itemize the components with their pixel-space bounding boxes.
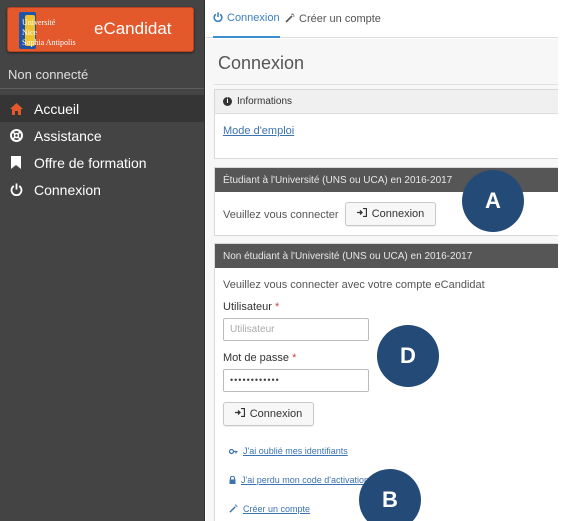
divider [214,84,561,85]
student-connect-text: Veuillez vous connecter [223,209,339,221]
logo-text-3: Sophia Antipolis [22,38,76,47]
sidebar-item-label: Accueil [34,100,80,117]
brand-header[interactable]: Université Nice Sophia Antipolis eCandid… [7,7,194,52]
university-logo: Université Nice Sophia Antipolis [19,12,81,49]
password-input[interactable]: •••••••••••• [223,369,369,392]
create-account-link[interactable]: Créer un compte [243,504,310,514]
sidebar-item-label: Connexion [34,181,101,198]
sidebar-item-label: Offre de formation [34,154,147,171]
bookmark-icon [8,155,24,171]
sidebar-item-assistance[interactable]: Assistance [0,122,204,149]
power-icon [213,11,223,25]
sidebar-item-label: Assistance [34,127,102,144]
nonstudent-panel-header: Non étudiant à l'Université (UNS ou UCA)… [215,244,561,268]
connection-status: Non connecté [0,59,204,89]
info-panel-header: i Informations [215,90,561,114]
tab-label: Créer un compte [299,13,381,25]
power-icon [8,182,24,198]
annotation-badge-d: D [377,325,439,387]
magic-wand-icon [285,13,295,26]
info-panel: i Informations Mode d'emploi [214,89,561,159]
logo-text-1: Université [22,18,56,27]
tab-creer-compte[interactable]: Créer un compte [285,0,381,38]
student-connexion-button[interactable]: Connexion [345,202,436,226]
forgot-credentials-link[interactable]: J'ai oublié mes identifiants [243,446,348,456]
sign-in-icon [234,407,245,420]
info-panel-title: Informations [237,96,293,107]
annotation-badge-a: A [462,170,524,232]
create-account-row: Créer un compte [229,500,310,518]
sidebar-item-connexion[interactable]: Connexion [0,176,204,203]
sidebar-item-offre[interactable]: Offre de formation [0,149,204,176]
logo-text-2: Nice [22,28,38,37]
magic-wand-icon [229,500,238,518]
app-name: eCandidat [94,19,172,38]
button-label: Connexion [371,208,425,220]
mode-emploi-link[interactable]: Mode d'emploi [223,125,294,137]
key-icon [228,442,238,460]
sidebar: Université Nice Sophia Antipolis eCandid… [0,0,205,521]
top-tabs: Connexion Créer un compte [206,0,561,38]
tab-connexion[interactable]: Connexion [213,0,280,38]
button-label: Connexion [249,408,303,420]
info-icon: i [223,97,232,106]
password-label: Mot de passe * [223,352,297,364]
lifebuoy-icon [8,128,24,144]
username-label: Utilisateur * [223,301,280,313]
lock-icon [229,471,236,489]
lost-code-row: J'ai perdu mon code d'activation [229,471,369,489]
sign-in-icon [356,207,367,220]
username-input[interactable]: Utilisateur [223,318,369,341]
sidebar-nav: Accueil Assistance Offre de formation Co… [0,95,204,203]
tab-label: Connexion [227,12,280,24]
nonstudent-connexion-button[interactable]: Connexion [223,402,314,426]
forgot-credentials-row: J'ai oublié mes identifiants [228,442,348,460]
lost-code-link[interactable]: J'ai perdu mon code d'activation [241,475,369,485]
main-content: Connexion i Informations Mode d'emploi É… [206,39,561,521]
nonstudent-connect-text: Veuillez vous connecter avec votre compt… [223,279,485,291]
home-icon [8,101,24,117]
sidebar-item-accueil[interactable]: Accueil [0,95,204,122]
page-title: Connexion [218,53,305,73]
